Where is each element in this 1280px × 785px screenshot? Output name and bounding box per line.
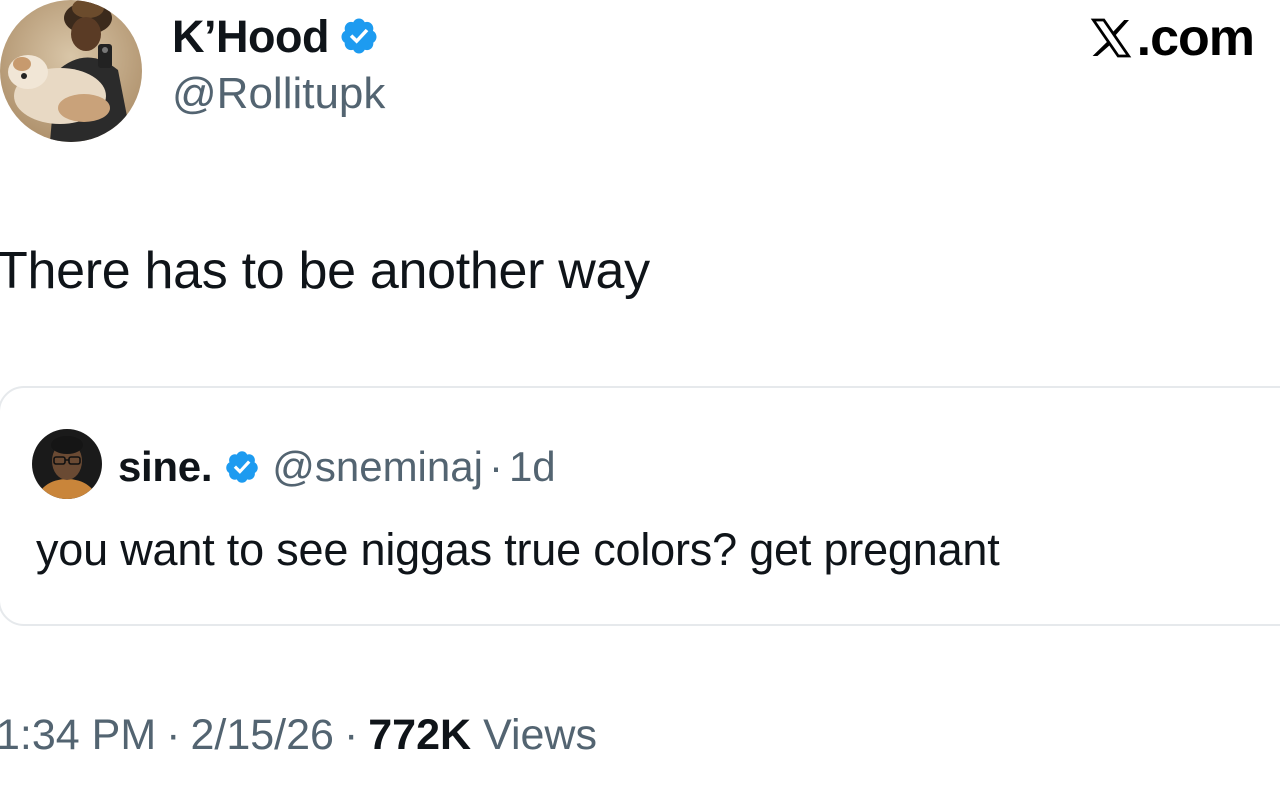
verified-badge-icon — [226, 451, 258, 483]
quote-timestamp[interactable]: 1d — [509, 446, 556, 488]
brand-logo: .com — [1085, 9, 1255, 67]
author-name-row: K’Hood — [172, 10, 379, 62]
verified-badge-icon — [341, 18, 377, 54]
avatar-photo-icon — [32, 429, 102, 499]
quote-author-avatar[interactable] — [32, 429, 102, 499]
views-label: Views — [483, 711, 597, 759]
quoted-tweet-card[interactable] — [0, 386, 1280, 626]
meta-separator: · — [343, 711, 359, 759]
views-count[interactable]: 772K — [368, 714, 471, 757]
x-logo-icon — [1090, 18, 1131, 58]
brand-label: .com — [1136, 9, 1255, 67]
author-avatar[interactable] — [0, 0, 142, 142]
tweet-meta: 1:34 PM · 2/15/26 · 772K Views — [0, 714, 597, 757]
quote-author-name[interactable]: sine. — [118, 446, 213, 488]
quote-separator: · — [488, 443, 503, 490]
quote-header: sine. @sneminaj · 1d — [118, 440, 556, 494]
tweet-text: There has to be another way — [0, 242, 650, 300]
meta-separator: · — [166, 711, 181, 759]
quote-author-handle[interactable]: @sneminaj — [272, 446, 483, 488]
tweet-date[interactable]: 2/15/26 — [190, 714, 333, 757]
tweet-time[interactable]: 1:34 PM — [0, 714, 156, 757]
author-name[interactable]: K’Hood — [172, 14, 329, 59]
quote-text: you want to see niggas true colors? get … — [36, 524, 1000, 575]
tweet-screenshot: K’Hood @Rollitupk .com There has to be a… — [0, 0, 1280, 785]
author-handle[interactable]: @Rollitupk — [172, 72, 385, 116]
avatar-photo-icon — [0, 0, 142, 142]
